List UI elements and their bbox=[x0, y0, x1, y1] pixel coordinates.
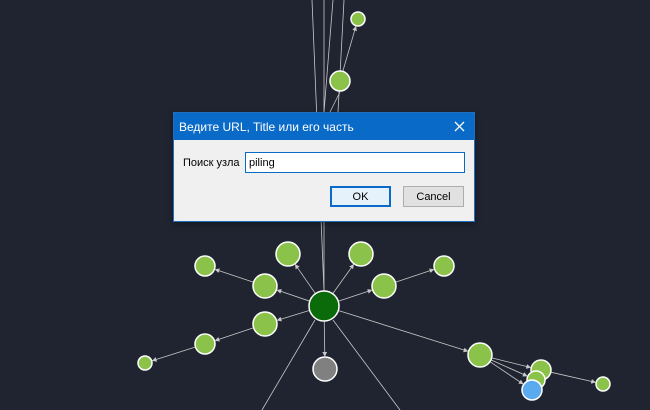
graph-edge bbox=[332, 319, 401, 410]
graph-edge bbox=[395, 268, 435, 283]
graph-edge bbox=[294, 264, 316, 294]
graph-node[interactable] bbox=[252, 311, 278, 337]
graph-node[interactable] bbox=[137, 355, 153, 371]
graph-node[interactable] bbox=[275, 241, 301, 267]
graph-edge bbox=[338, 289, 373, 302]
graph-edge bbox=[489, 361, 524, 385]
graph-node[interactable] bbox=[194, 333, 216, 355]
graph-node[interactable] bbox=[433, 255, 455, 277]
graph-edge bbox=[151, 346, 196, 362]
graph-canvas[interactable]: Ведите URL, Title или его часть Поиск уз… bbox=[0, 0, 650, 410]
search-row: Поиск узла bbox=[183, 152, 465, 173]
graph-edge bbox=[550, 371, 596, 384]
graph-node[interactable] bbox=[348, 241, 374, 267]
dialog-titlebar[interactable]: Ведите URL, Title или его часть bbox=[174, 113, 474, 140]
cancel-button[interactable]: Cancel bbox=[403, 186, 464, 207]
graph-node[interactable] bbox=[371, 273, 397, 299]
graph-edge bbox=[322, 320, 328, 357]
graph-edge bbox=[214, 268, 254, 283]
graph-node[interactable] bbox=[312, 356, 338, 382]
graph-edge bbox=[338, 310, 469, 353]
ok-button[interactable]: OK bbox=[330, 186, 391, 207]
graph-edge bbox=[276, 309, 310, 322]
graph-edge bbox=[337, 0, 345, 113]
search-node-dialog: Ведите URL, Title или его часть Поиск уз… bbox=[173, 112, 475, 222]
graph-edge bbox=[214, 327, 254, 342]
graph-node[interactable] bbox=[329, 70, 351, 92]
graph-node[interactable] bbox=[595, 376, 611, 392]
dialog-title: Ведите URL, Title или его часть bbox=[179, 119, 354, 134]
search-label: Поиск узла bbox=[183, 156, 240, 169]
graph-node[interactable] bbox=[308, 290, 340, 322]
graph-node[interactable] bbox=[350, 11, 366, 27]
graph-node[interactable] bbox=[252, 273, 278, 299]
graph-edge bbox=[342, 25, 357, 72]
graph-node[interactable] bbox=[194, 255, 216, 277]
graph-edge bbox=[332, 263, 354, 295]
graph-edge bbox=[323, 0, 334, 113]
graph-edge bbox=[276, 289, 310, 302]
graph-node[interactable] bbox=[467, 342, 493, 368]
close-icon[interactable] bbox=[450, 117, 468, 135]
graph-node[interactable] bbox=[521, 379, 543, 401]
search-input[interactable] bbox=[245, 152, 465, 173]
